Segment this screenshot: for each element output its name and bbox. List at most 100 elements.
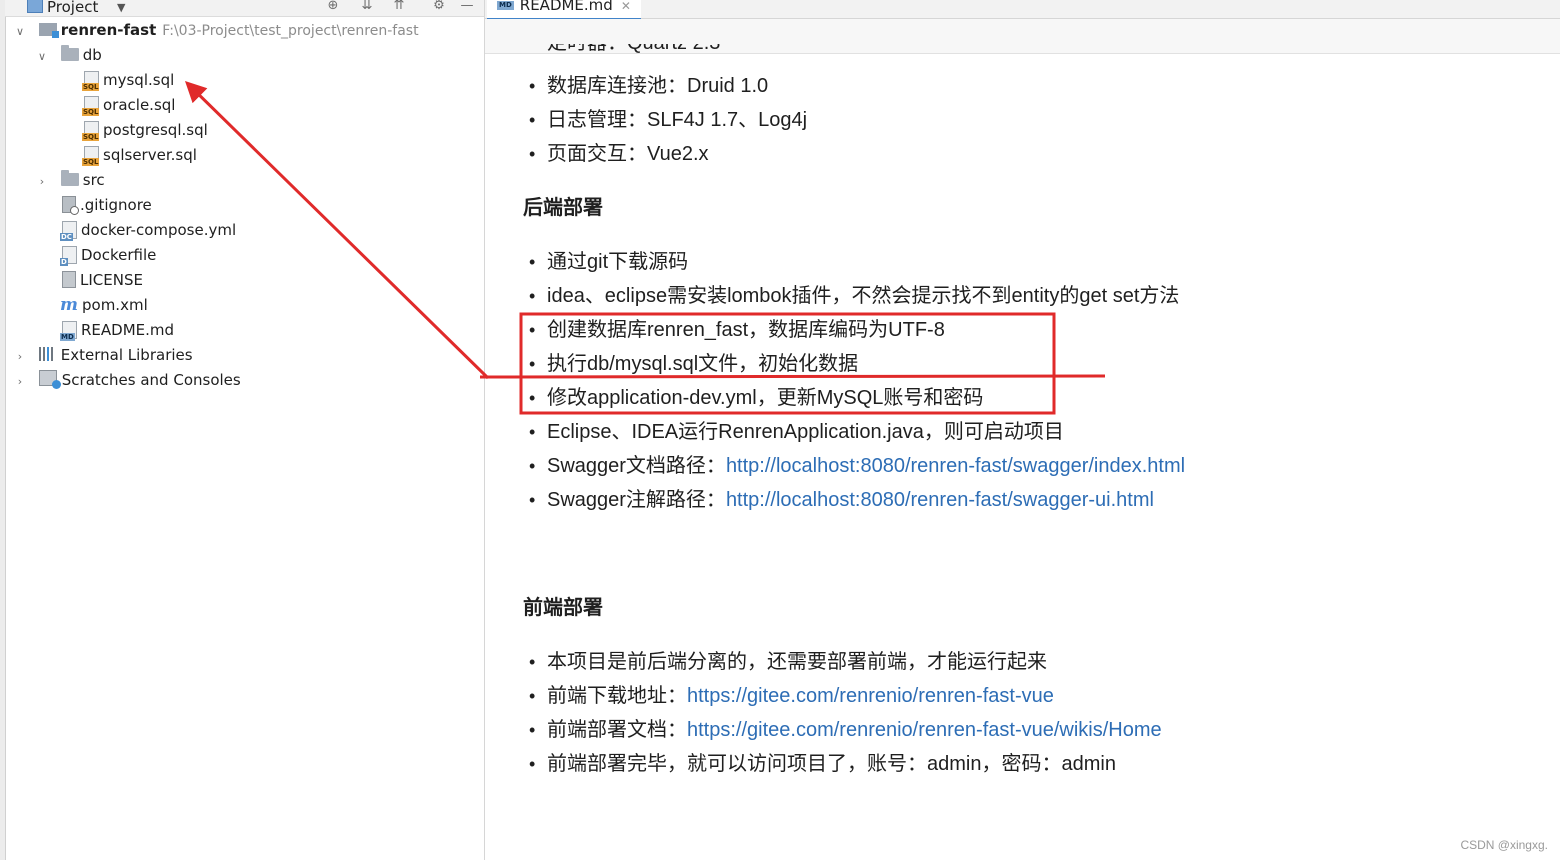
bullet: •: [529, 686, 536, 706]
tab-readme[interactable]: MD README.md ✕: [487, 0, 641, 21]
tab-label: README.md: [519, 0, 613, 14]
list-item-text: 通过git下载源码: [547, 251, 689, 273]
list-item-text: idea、eclipse需安装lombok插件，不然会提示找不到entity的g…: [547, 285, 1180, 307]
tree-item-readme[interactable]: MD README.md: [60, 318, 175, 342]
chevron-right-icon[interactable]: ›: [14, 370, 26, 394]
chevron-down-icon[interactable]: ∨: [14, 20, 26, 44]
bullet: •: [529, 422, 536, 442]
list-item-text: 前端部署文档：: [547, 719, 687, 741]
tree-item-db[interactable]: ∨ db: [36, 43, 102, 67]
tree-item-oracle-sql[interactable]: SQL oracle.sql: [82, 93, 175, 117]
libraries-icon: [38, 347, 57, 361]
text-file-icon: [62, 271, 76, 288]
bullet: •: [529, 320, 536, 340]
tree-item-license[interactable]: LICENSE: [62, 268, 143, 292]
project-panel-title[interactable]: Project: [47, 0, 98, 16]
list-item: • 创建数据库renren_fast，数据库编码为UTF-8: [529, 317, 945, 343]
tree-item-postgresql-sql[interactable]: SQL postgresql.sql: [82, 118, 208, 142]
list-item: • Eclipse、IDEA运行RenrenApplication.java，则可…: [529, 419, 1064, 445]
frontend-heading: 前端部署: [523, 597, 603, 619]
bullet: •: [529, 286, 536, 306]
sql-file-icon: SQL: [82, 95, 100, 116]
tree-item-label: .gitignore: [80, 196, 152, 214]
markdown-file-icon: MD: [60, 320, 77, 341]
bullet: •: [529, 110, 536, 130]
tree-item-renren-fast[interactable]: ∨ renren-fast F:\03-Project\test_project\…: [14, 18, 419, 42]
watermark: CSDN @xingxg.: [1460, 838, 1548, 852]
folder-icon: [60, 45, 79, 61]
backend-heading: 后端部署: [523, 197, 603, 219]
bullet: •: [529, 76, 536, 96]
bullet: •: [529, 388, 536, 408]
folder-icon: [60, 170, 79, 186]
tree-item-label: Dockerfile: [81, 246, 157, 264]
bullet: •: [529, 354, 536, 374]
editor-area: MD README.md ✕ • 定时器：Quartz 2.3 • 数据库连接池：Dr…: [485, 0, 1560, 860]
sql-file-icon: SQL: [82, 145, 100, 166]
tree-item-label: README.md: [81, 321, 175, 339]
chevron-right-icon[interactable]: ›: [14, 345, 26, 369]
list-item-cut: • 定时器：Quartz 2.3: [547, 44, 720, 56]
tree-item-gitignore[interactable]: .gitignore: [62, 193, 152, 217]
gear-icon[interactable]: ⚙: [431, 0, 447, 13]
list-item: • 执行db/mysql.sql文件，初始化数据: [529, 351, 859, 377]
list-item-text: 定时器：Quartz 2.3: [547, 44, 720, 54]
list-item: • Swagger文档路径：http://localhost:8080/renre…: [529, 453, 1185, 479]
project-path: F:\03-Project\test_project\renren-fast: [162, 23, 419, 39]
list-item-text: Swagger注解路径：: [547, 489, 726, 511]
tree-item-mysql-sql[interactable]: SQL mysql.sql: [82, 68, 174, 92]
list-item: • 数据库连接池：Druid 1.0: [529, 73, 769, 99]
list-item-text: 本项目是前后端分离的，还需要部署前端，才能运行起来: [547, 651, 1047, 673]
swagger-ui-link[interactable]: http://localhost:8080/renren-fast/swagge…: [726, 489, 1154, 511]
list-item: • 通过git下载源码: [529, 249, 689, 275]
tool-window-stripe[interactable]: [0, 0, 6, 860]
ignore-file-icon: [62, 196, 79, 215]
maven-icon: m: [60, 295, 78, 315]
close-icon[interactable]: ✕: [621, 0, 631, 13]
scratches-icon: [38, 370, 61, 389]
tree-item-dockerfile[interactable]: D Dockerfile: [60, 243, 157, 267]
list-item-text: 前端部署完毕，就可以访问项目了，账号：admin，密码：admin: [547, 753, 1116, 775]
locate-icon[interactable]: ⊕: [325, 0, 341, 13]
list-item: • 本项目是前后端分离的，还需要部署前端，才能运行起来: [529, 649, 1047, 675]
list-item-text: 修改application-dev.yml，更新MySQL账号和密码: [547, 387, 984, 409]
list-item: • 修改application-dev.yml，更新MySQL账号和密码: [529, 385, 984, 411]
swagger-doc-link[interactable]: http://localhost:8080/renren-fast/swagge…: [726, 455, 1185, 477]
list-item-text: Swagger文档路径：: [547, 455, 726, 477]
hide-icon[interactable]: —: [459, 0, 475, 13]
tree-item-label: db: [82, 46, 102, 64]
bullet: •: [529, 652, 536, 672]
tree-item-scratches[interactable]: › Scratches and Consoles: [14, 368, 241, 392]
list-item: • 页面交互：Vue2.x: [529, 141, 709, 167]
tree-item-src[interactable]: › src: [36, 168, 105, 192]
project-icon: [27, 0, 43, 13]
frontend-download-link[interactable]: https://gitee.com/renrenio/renren-fast-v…: [687, 685, 1054, 707]
collapse-all-icon[interactable]: ⇈: [391, 0, 407, 13]
list-item-text: 前端下载地址：: [547, 685, 687, 707]
project-panel-header: Project ▼ ⊕ ⇊ ⇈ ⚙ —: [5, 0, 484, 17]
tree-item-label: renren-fast: [60, 21, 157, 39]
bullet: •: [529, 252, 536, 272]
chevron-down-icon[interactable]: ∨: [36, 45, 48, 69]
list-item: • 前端部署完毕，就可以访问项目了，账号：admin，密码：admin: [529, 751, 1116, 777]
tree-item-label: src: [82, 171, 105, 189]
list-item-text: 数据库连接池：Druid 1.0: [547, 75, 769, 97]
list-item-text: 执行db/mysql.sql文件，初始化数据: [547, 353, 859, 375]
tree-item-label: pom.xml: [82, 296, 148, 314]
expand-all-icon[interactable]: ⇊: [359, 0, 375, 13]
list-item-text: 创建数据库renren_fast，数据库编码为UTF-8: [547, 319, 945, 341]
tree-item-pom[interactable]: m pom.xml: [60, 293, 148, 317]
bullet: •: [529, 490, 536, 510]
list-item-text: 日志管理：SLF4J 1.7、Log4j: [547, 109, 808, 131]
frontend-wiki-link[interactable]: https://gitee.com/renrenio/renren-fast-v…: [687, 719, 1162, 741]
bullet: •: [529, 720, 536, 740]
docker-compose-icon: DC: [60, 220, 77, 241]
bullet: •: [529, 456, 536, 476]
chevron-down-icon[interactable]: ▼: [117, 1, 125, 14]
markdown-file-icon: MD: [497, 1, 514, 10]
tree-item-docker-compose[interactable]: DC docker-compose.yml: [60, 218, 236, 242]
tree-item-sqlserver-sql[interactable]: SQL sqlserver.sql: [82, 143, 197, 167]
chevron-right-icon[interactable]: ›: [36, 170, 48, 194]
list-item: • 日志管理：SLF4J 1.7、Log4j: [529, 107, 808, 133]
tree-item-external-libraries[interactable]: › External Libraries: [14, 343, 193, 367]
